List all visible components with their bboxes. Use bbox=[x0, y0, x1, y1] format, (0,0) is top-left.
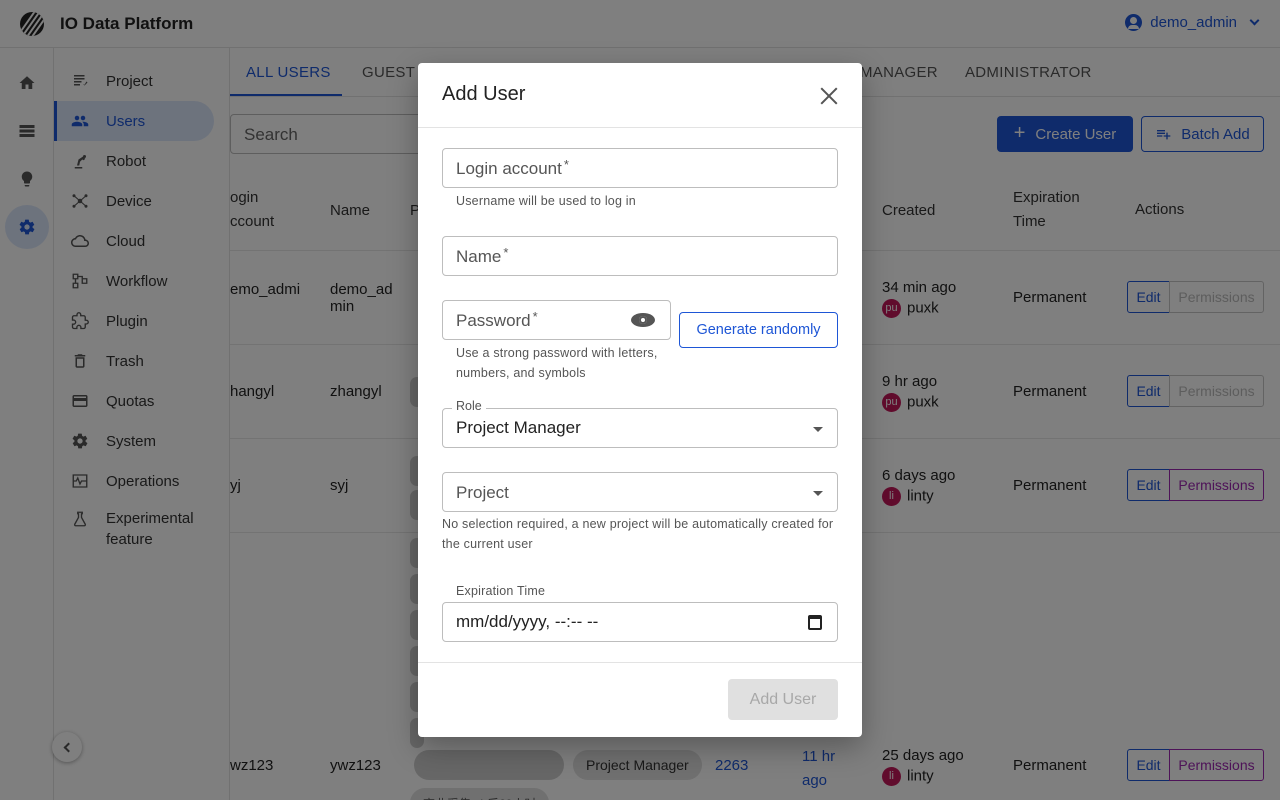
login-account-field[interactable]: Login account * bbox=[442, 148, 838, 188]
calendar-icon[interactable] bbox=[808, 615, 822, 630]
expiration-label: Expiration Time bbox=[456, 584, 546, 598]
generate-randomly-button[interactable]: Generate randomly bbox=[679, 312, 838, 348]
dialog-title: Add User bbox=[442, 83, 526, 105]
close-icon[interactable] bbox=[818, 85, 840, 107]
dialog-header-divider bbox=[418, 127, 862, 128]
role-select[interactable]: Project Manager bbox=[442, 408, 838, 448]
password-label: Password * bbox=[456, 309, 538, 330]
password-field[interactable]: Password * bbox=[442, 300, 671, 340]
expiration-datetime-input[interactable]: mm/dd/yyyy, --:-- -- bbox=[442, 602, 838, 642]
dropdown-arrow-icon bbox=[813, 491, 823, 496]
password-helper: Use a strong password with letters, numbe… bbox=[456, 346, 658, 380]
eye-icon[interactable] bbox=[631, 311, 655, 329]
name-field[interactable]: Name * bbox=[442, 236, 838, 276]
role-value: Project Manager bbox=[456, 418, 581, 437]
name-label: Name * bbox=[456, 245, 509, 266]
dialog-footer-divider bbox=[418, 662, 862, 663]
project-select[interactable]: Project bbox=[442, 472, 838, 512]
add-user-dialog: Add User Login account * Username will be… bbox=[418, 63, 862, 737]
add-user-submit-button[interactable]: Add User bbox=[728, 679, 838, 720]
project-label: Project bbox=[456, 483, 509, 502]
role-label: Role bbox=[452, 399, 486, 413]
login-account-helper: Username will be used to log in bbox=[456, 194, 636, 208]
login-account-label: Login account * bbox=[456, 157, 569, 178]
project-helper: No selection required, a new project wil… bbox=[442, 517, 834, 551]
expiration-value: mm/dd/yyyy, --:-- -- bbox=[456, 612, 599, 631]
dropdown-arrow-icon bbox=[813, 427, 823, 432]
